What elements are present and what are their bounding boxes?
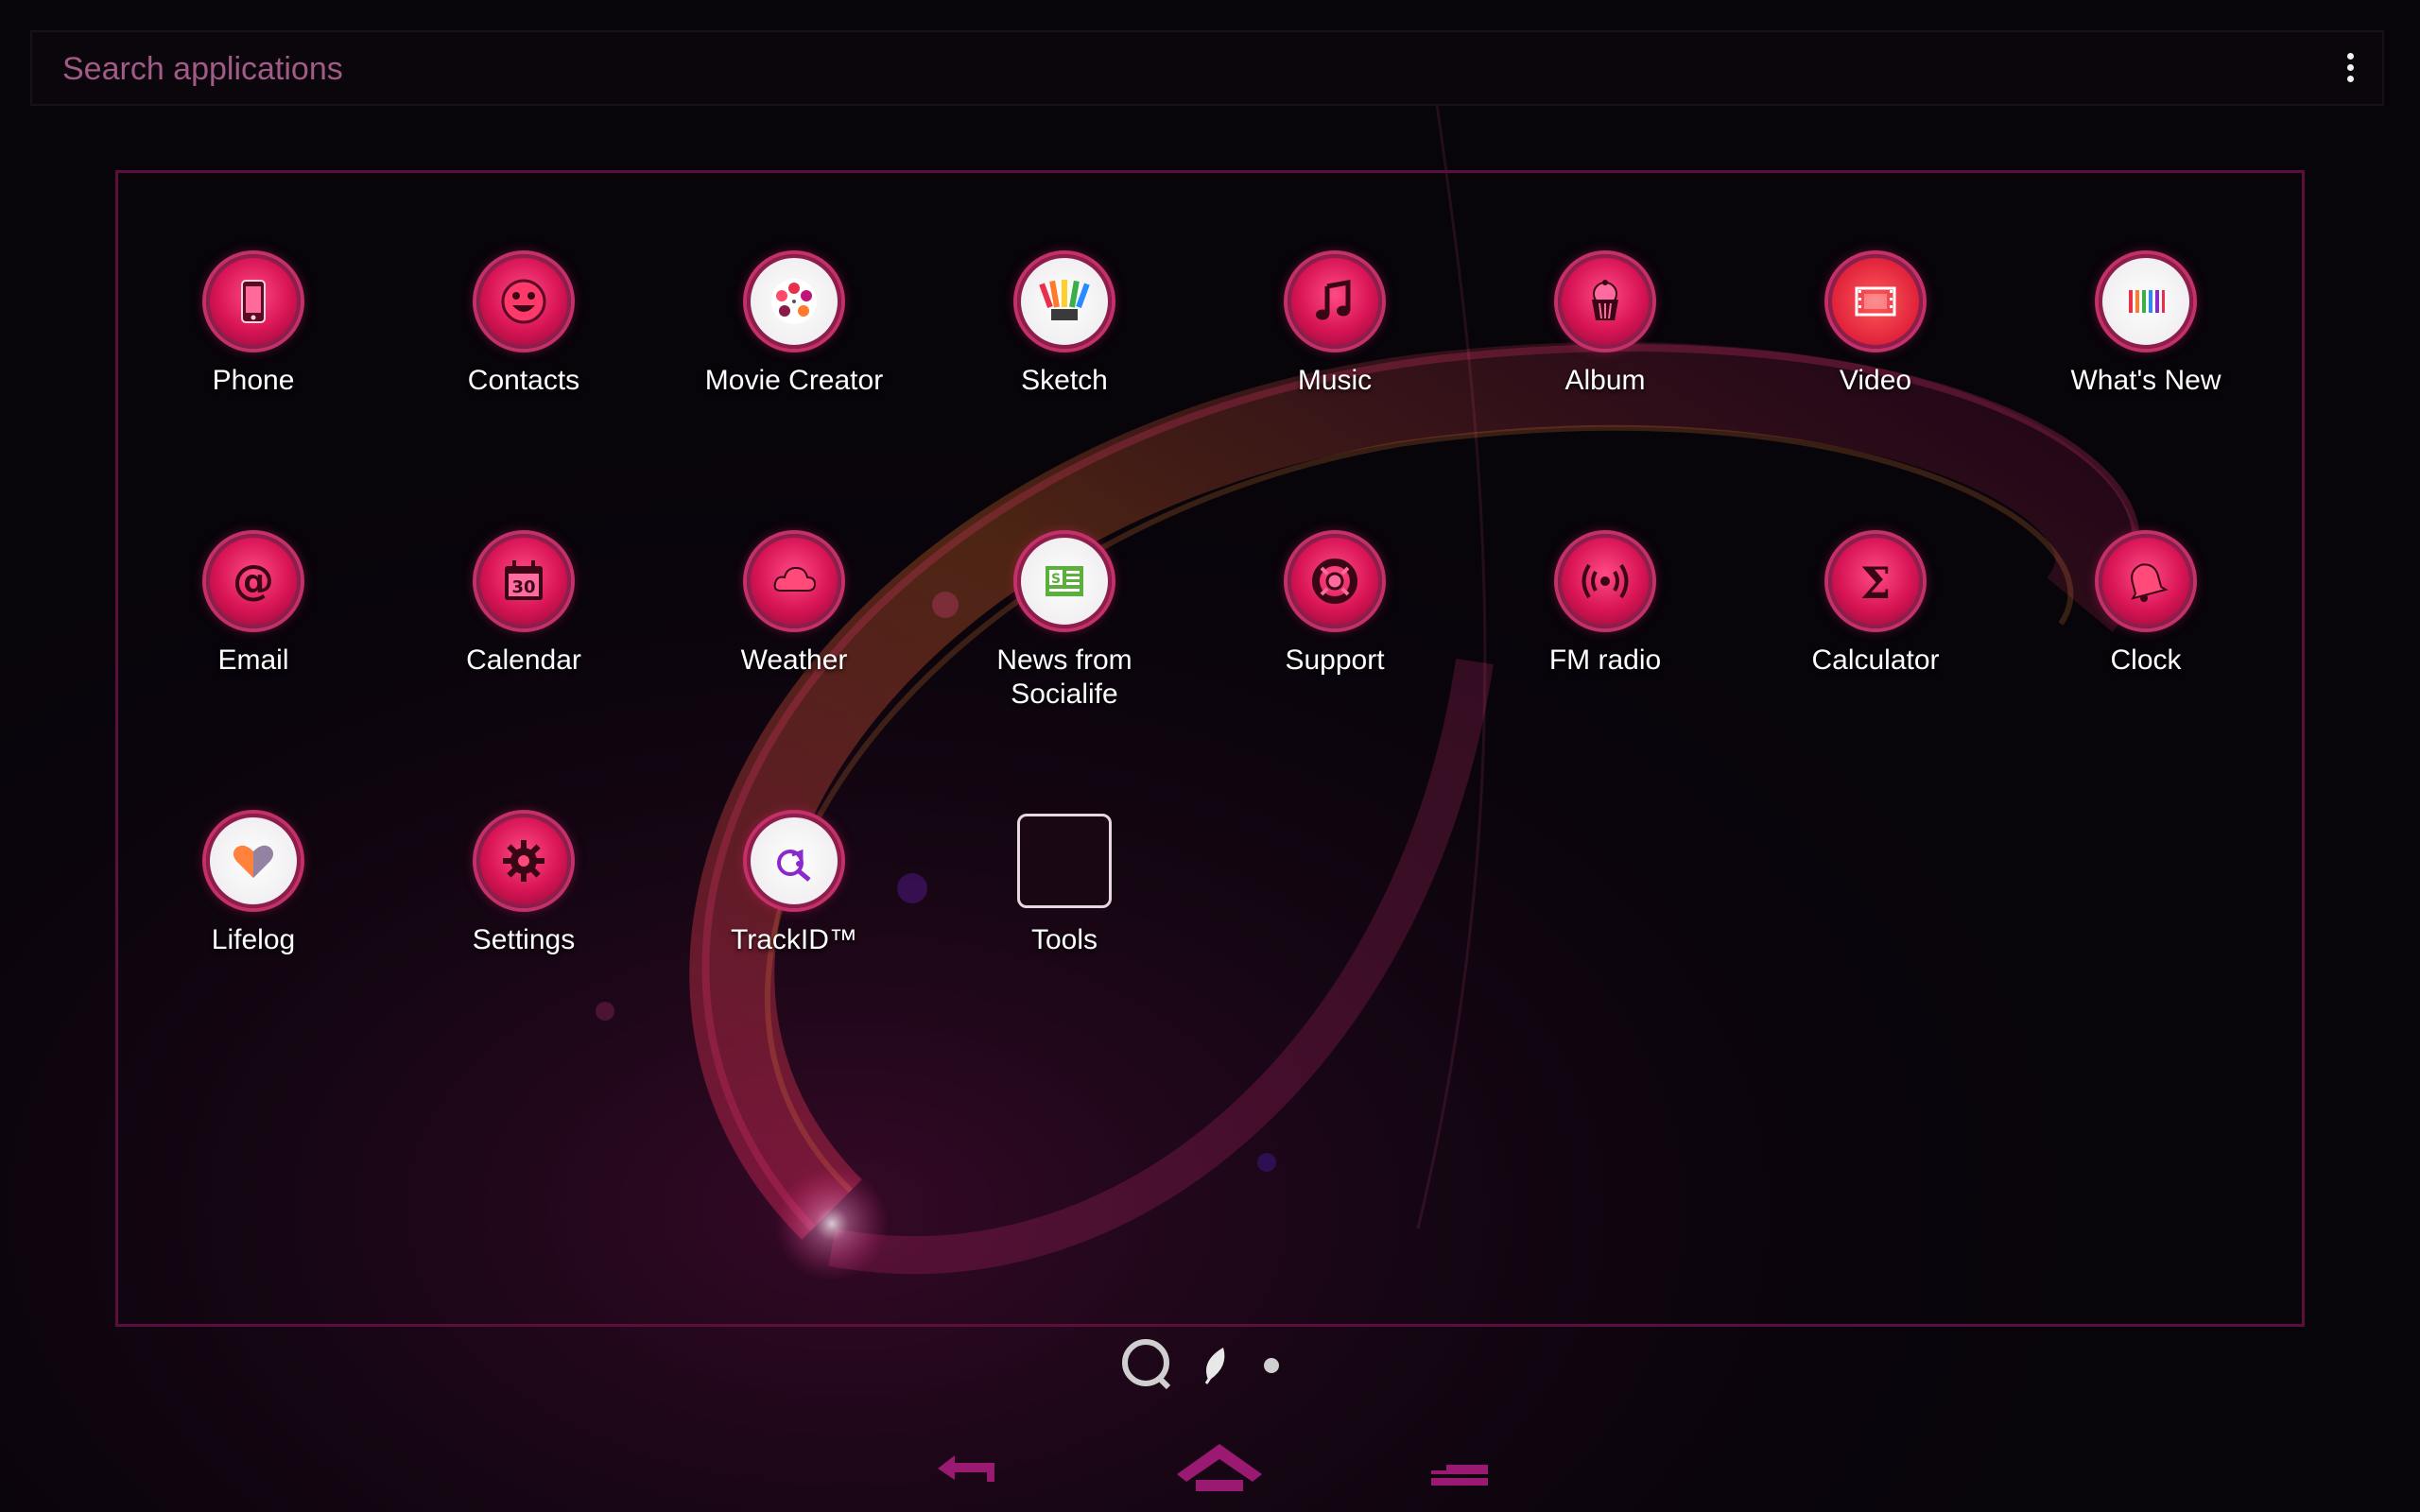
apps-panel: Phone Contacts Movie Creator Sketch Musi… (115, 170, 2305, 1327)
svg-text:@: @ (233, 557, 274, 605)
app-label: FM radio (1548, 644, 1662, 676)
trackid-icon (747, 814, 841, 908)
search-bar (30, 30, 2384, 106)
navigation-bar (0, 1418, 2420, 1512)
app-settings[interactable]: Settings (389, 814, 659, 1003)
app-support[interactable]: Support (1200, 534, 1470, 723)
at-sign-icon: @ (206, 534, 301, 628)
lifebuoy-icon (1288, 534, 1382, 628)
heart-icon (206, 814, 301, 908)
app-music[interactable]: Music (1200, 254, 1470, 443)
folder-icon (1017, 814, 1112, 908)
app-calculator[interactable]: Σ Calculator (1740, 534, 2011, 723)
app-label: Weather (740, 644, 848, 676)
overflow-menu-icon[interactable] (2339, 49, 2361, 87)
app-email[interactable]: @ Email (118, 534, 389, 723)
app-fm-radio[interactable]: FM radio (1470, 534, 1740, 723)
sigma-icon: Σ (1828, 534, 1923, 628)
app-label: Calendar (466, 644, 581, 676)
dot-page-icon[interactable] (1264, 1358, 1279, 1373)
gear-icon (476, 814, 571, 908)
app-label: Movie Creator (704, 365, 884, 396)
app-label: TrackID™ (731, 924, 857, 955)
app-trackid[interactable]: TrackID™ (659, 814, 929, 1003)
app-label: News from Socialife (996, 644, 1132, 710)
app-label: Settings (472, 924, 576, 955)
phone-icon (206, 254, 301, 349)
app-tools-folder[interactable]: Tools (929, 814, 1200, 1003)
app-lifelog[interactable]: Lifelog (118, 814, 389, 1003)
app-clock[interactable]: Clock (2011, 534, 2281, 723)
search-input[interactable] (60, 32, 2238, 106)
app-label: Email (217, 644, 289, 676)
home-icon[interactable] (1167, 1427, 1271, 1503)
leaf-page-icon[interactable] (1204, 1348, 1225, 1384)
film-reel-icon (747, 254, 841, 349)
app-label: Calculator (1811, 644, 1940, 676)
color-fan-icon (1017, 254, 1112, 349)
app-label: Album (1564, 365, 1646, 396)
app-label: Clock (2110, 644, 2182, 676)
newspaper-icon: S (1017, 534, 1112, 628)
app-sketch[interactable]: Sketch (929, 254, 1200, 443)
page-indicator (1115, 1332, 1286, 1399)
app-label: Sketch (1021, 365, 1108, 396)
film-strip-icon (1828, 254, 1923, 349)
smiley-icon (476, 254, 571, 349)
socialife-letter: S (1051, 572, 1061, 587)
app-label: Tools (1030, 924, 1098, 955)
radio-waves-icon (1558, 534, 1652, 628)
back-icon[interactable] (926, 1427, 1011, 1503)
app-contacts[interactable]: Contacts (389, 254, 659, 443)
sigma-glyph: Σ (1860, 558, 1892, 608)
cupcake-icon (1558, 254, 1652, 349)
app-label: Music (1297, 365, 1373, 396)
music-note-icon (1288, 254, 1382, 349)
app-video[interactable]: Video (1740, 254, 2011, 443)
app-label: Lifelog (211, 924, 296, 955)
cloud-icon (747, 534, 841, 628)
app-label: Phone (212, 365, 295, 396)
app-label: Video (1839, 365, 1912, 396)
calendar-date: 30 (511, 577, 535, 597)
app-label: Contacts (467, 365, 580, 396)
app-whats-new[interactable]: What's New (2011, 254, 2281, 443)
color-bars-icon (2099, 254, 2193, 349)
app-label: What's New (2070, 365, 2221, 396)
calendar-icon: 30 (476, 534, 571, 628)
app-phone[interactable]: Phone (118, 254, 389, 443)
search-page-icon[interactable] (1122, 1339, 1171, 1390)
app-album[interactable]: Album (1470, 254, 1740, 443)
app-news-socialife[interactable]: S News from Socialife (929, 534, 1200, 723)
app-label: Support (1285, 644, 1385, 676)
recent-apps-icon[interactable] (1418, 1427, 1503, 1503)
alarm-bell-icon (2099, 534, 2193, 628)
app-movie-creator[interactable]: Movie Creator (659, 254, 929, 443)
app-calendar[interactable]: 30 Calendar (389, 534, 659, 723)
app-weather[interactable]: Weather (659, 534, 929, 723)
